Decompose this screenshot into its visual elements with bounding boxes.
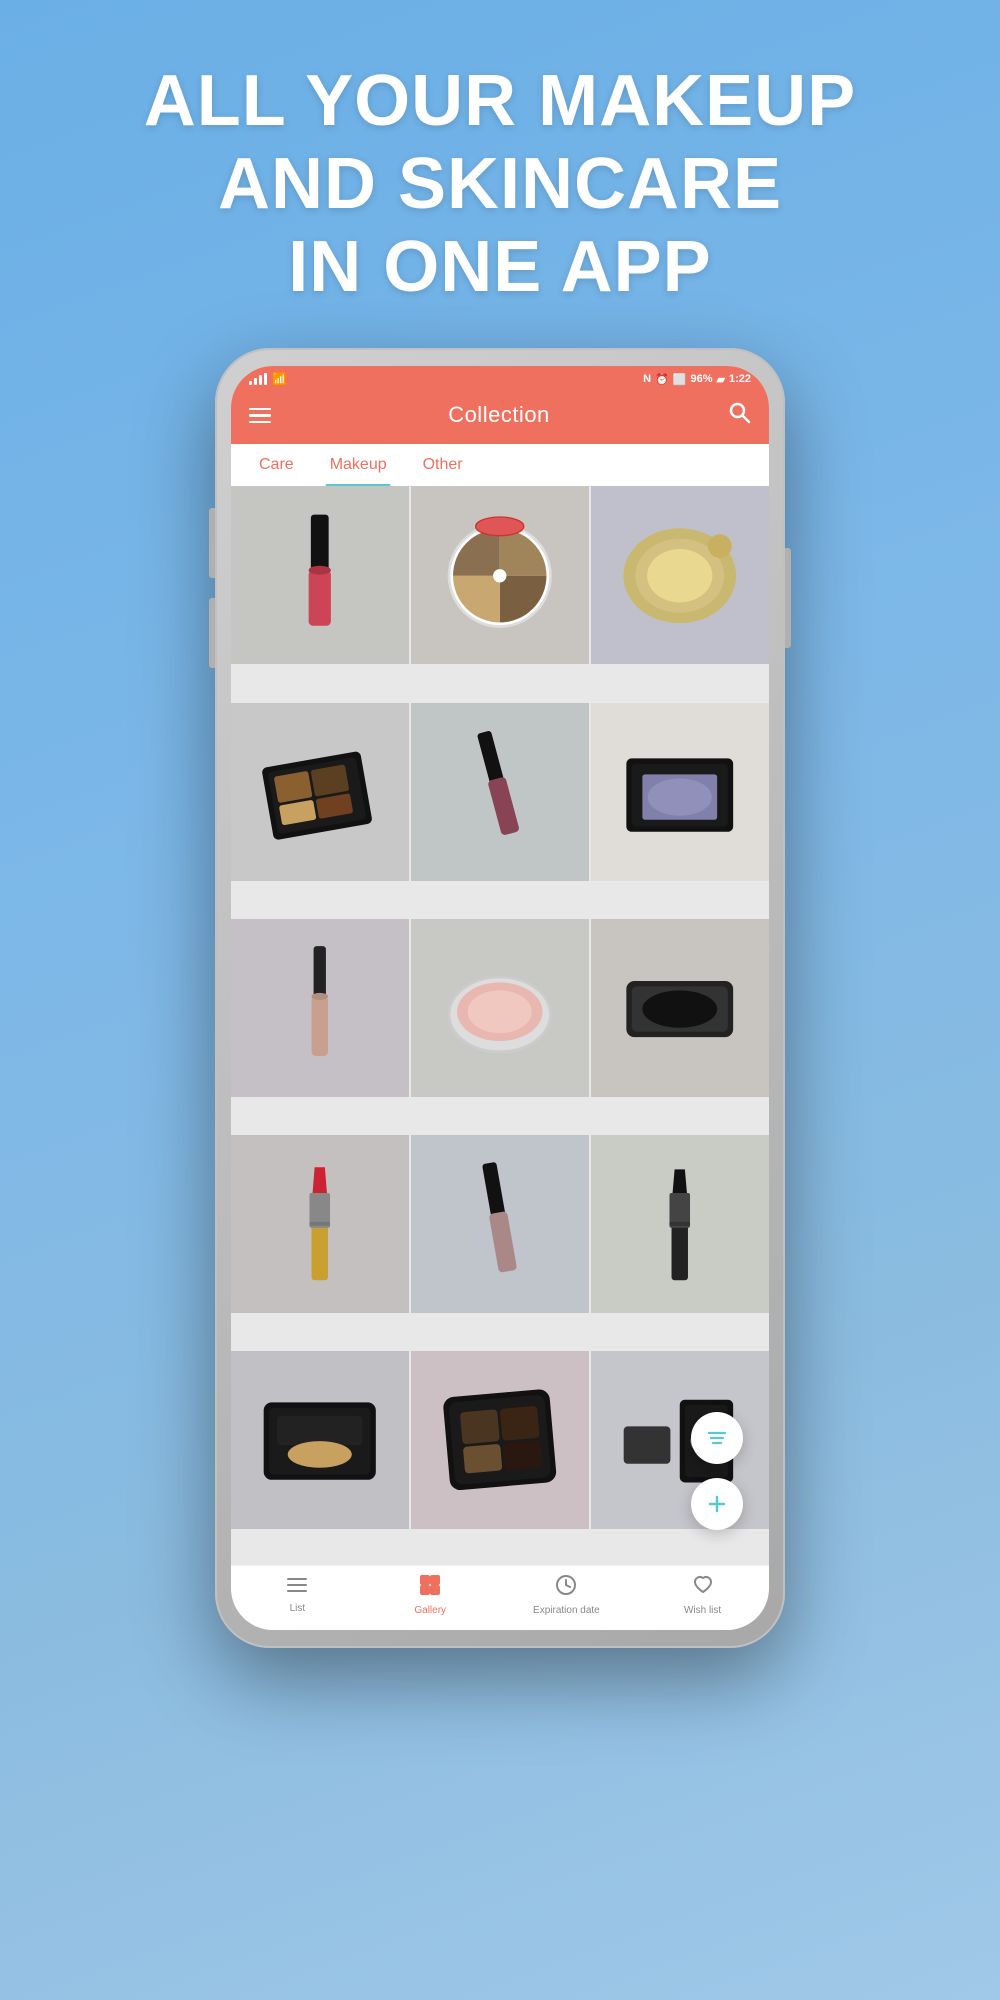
nav-wishlist-label: Wish list (684, 1605, 721, 1616)
product-cell-10[interactable] (231, 1135, 409, 1313)
signal-bar-1 (249, 381, 252, 385)
product-compact-dark (613, 941, 747, 1075)
tab-other[interactable]: Other (405, 444, 481, 486)
search-button[interactable] (727, 400, 751, 430)
hero-line2: AND SKINCARE (144, 143, 856, 226)
nav-gallery-label: Gallery (414, 1605, 446, 1616)
product-eyeshadow-palette (253, 725, 387, 859)
battery-percent: 96% (690, 373, 712, 385)
nav-expiration-label: Expiration date (533, 1605, 600, 1616)
phone-mockup: 📶 N ⏰ ⬜ 96% ▰ 1:22 Collection (215, 348, 785, 1648)
menu-line-2 (249, 414, 271, 417)
product-cell-3[interactable] (591, 486, 769, 664)
product-cell-4[interactable] (231, 703, 409, 881)
product-lipstick-red (253, 1157, 387, 1291)
status-left: 📶 (249, 372, 287, 386)
signal-bar-2 (254, 378, 257, 385)
wifi-icon: 📶 (272, 372, 287, 386)
signal-bar-3 (259, 375, 262, 385)
nav-wishlist[interactable]: Wish list (673, 1574, 733, 1616)
signal-bars (249, 373, 267, 385)
menu-line-3 (249, 421, 271, 424)
product-cell-9[interactable] (591, 919, 769, 1097)
tabs-bar: Care Makeup Other (231, 444, 769, 486)
menu-line-1 (249, 408, 271, 411)
nav-list-label: List (290, 1603, 306, 1614)
nav-expiration[interactable]: Expiration date (533, 1574, 600, 1616)
product-cell-2[interactable] (411, 486, 589, 664)
phone-screen: 📶 N ⏰ ⬜ 96% ▰ 1:22 Collection (231, 366, 769, 1630)
product-lipgloss-nude (253, 941, 387, 1075)
wishlist-icon (692, 1574, 714, 1602)
expiration-icon (555, 1574, 577, 1602)
product-cell-6[interactable] (591, 703, 769, 881)
product-loose-powder (433, 941, 567, 1075)
product-cell-1[interactable] (231, 486, 409, 664)
product-eyeshadow-round (433, 509, 567, 643)
product-cell-11[interactable] (411, 1135, 589, 1313)
product-lipgloss-mauve (433, 1157, 567, 1291)
product-cell-7[interactable] (231, 919, 409, 1097)
clock: 1:22 (729, 373, 751, 385)
hero-line1: ALL YOUR MAKEUP (144, 60, 856, 143)
alarm-icon: ⏰ (655, 373, 669, 386)
filter-fab-button[interactable] (691, 1412, 743, 1464)
hero-line3: IN ONE APP (144, 226, 856, 309)
status-bar: 📶 N ⏰ ⬜ 96% ▰ 1:22 (231, 366, 769, 390)
fab-area (691, 1412, 743, 1530)
bottom-nav: List Gallery (231, 1565, 769, 1630)
gallery-icon (419, 1574, 441, 1602)
nav-gallery[interactable]: Gallery (400, 1574, 460, 1616)
product-cell-12[interactable] (591, 1135, 769, 1313)
hero-heading: ALL YOUR MAKEUP AND SKINCARE IN ONE APP (144, 60, 856, 308)
product-lipgloss-dark (433, 725, 567, 859)
add-fab-button[interactable] (691, 1478, 743, 1530)
nav-list[interactable]: List (267, 1576, 327, 1614)
product-cell-8[interactable] (411, 919, 589, 1097)
signal-bar-4 (264, 373, 267, 385)
product-compact-gold (613, 509, 747, 643)
tab-care[interactable]: Care (241, 444, 312, 486)
status-right: N ⏰ ⬜ 96% ▰ 1:22 (643, 373, 751, 386)
tab-makeup[interactable]: Makeup (312, 444, 405, 486)
nfc-icon: N (643, 373, 651, 385)
product-compact-black-2 (433, 1373, 567, 1507)
battery-icon: ▰ (717, 373, 725, 386)
menu-button[interactable] (249, 408, 271, 424)
product-lipgloss-red (253, 509, 387, 643)
product-cell-13[interactable] (231, 1351, 409, 1529)
product-grid (231, 486, 769, 1565)
list-icon (286, 1576, 308, 1600)
product-lipstick-dark (613, 1157, 747, 1291)
product-compact-black-1 (253, 1373, 387, 1507)
product-cell-14[interactable] (411, 1351, 589, 1529)
app-header: Collection (231, 390, 769, 444)
product-eyeshadow-single (613, 725, 747, 859)
header-title: Collection (448, 402, 550, 428)
product-cell-5[interactable] (411, 703, 589, 881)
screen-record-icon: ⬜ (673, 373, 687, 386)
